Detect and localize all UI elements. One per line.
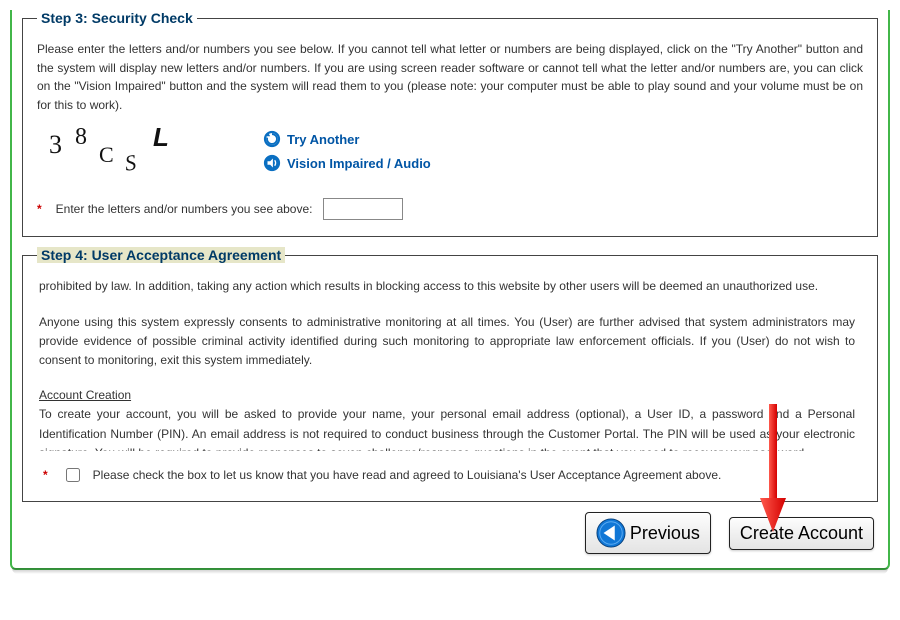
required-star-2: * bbox=[43, 468, 48, 482]
try-another-label: Try Another bbox=[287, 132, 359, 147]
create-account-label: Create Account bbox=[740, 523, 863, 544]
agreement-p1: prohibited by law. In addition, taking a… bbox=[39, 277, 855, 296]
captcha-links: Try Another Vision Impaired / Audio bbox=[263, 130, 431, 172]
step3-legend: Step 3: Security Check bbox=[37, 10, 197, 26]
accept-label: Please check the box to let us know that… bbox=[93, 468, 722, 482]
required-star: * bbox=[37, 202, 42, 216]
agreement-p3: To create your account, you will be aske… bbox=[39, 405, 855, 451]
step4-legend: Step 4: User Acceptance Agreement bbox=[37, 247, 285, 263]
button-row: Previous Create Account bbox=[22, 512, 874, 554]
captcha-field-label: Enter the letters and/or numbers you see… bbox=[56, 202, 313, 216]
form-container: Step 3: Security Check Please enter the … bbox=[10, 10, 890, 570]
previous-button[interactable]: Previous bbox=[585, 512, 711, 554]
step3-instructions: Please enter the letters and/or numbers … bbox=[37, 40, 863, 114]
create-account-button[interactable]: Create Account bbox=[729, 517, 874, 550]
agreement-p2: Anyone using this system expressly conse… bbox=[39, 313, 855, 371]
step3-fieldset: Step 3: Security Check Please enter the … bbox=[22, 10, 878, 237]
captcha-row: 3 8 C S L Try Another bbox=[43, 128, 863, 174]
refresh-icon bbox=[263, 130, 281, 148]
captcha-input-row: * Enter the letters and/or numbers you s… bbox=[37, 198, 863, 220]
try-another-link[interactable]: Try Another bbox=[263, 130, 431, 148]
vision-impaired-link[interactable]: Vision Impaired / Audio bbox=[263, 154, 431, 172]
captcha-image: 3 8 C S L bbox=[43, 128, 173, 174]
agreement-heading: Account Creation bbox=[39, 386, 855, 405]
previous-arrow-icon bbox=[596, 518, 626, 548]
container-shadow bbox=[12, 568, 888, 574]
accept-row: * Please check the box to let us know th… bbox=[43, 465, 863, 485]
vision-impaired-label: Vision Impaired / Audio bbox=[287, 156, 431, 171]
captcha-input[interactable] bbox=[323, 198, 403, 220]
agreement-scrollbox[interactable]: prohibited by law. In addition, taking a… bbox=[37, 273, 863, 451]
previous-label: Previous bbox=[630, 523, 700, 544]
accept-checkbox[interactable] bbox=[66, 468, 80, 482]
step4-fieldset: Step 4: User Acceptance Agreement prohib… bbox=[22, 247, 878, 502]
audio-icon bbox=[263, 154, 281, 172]
